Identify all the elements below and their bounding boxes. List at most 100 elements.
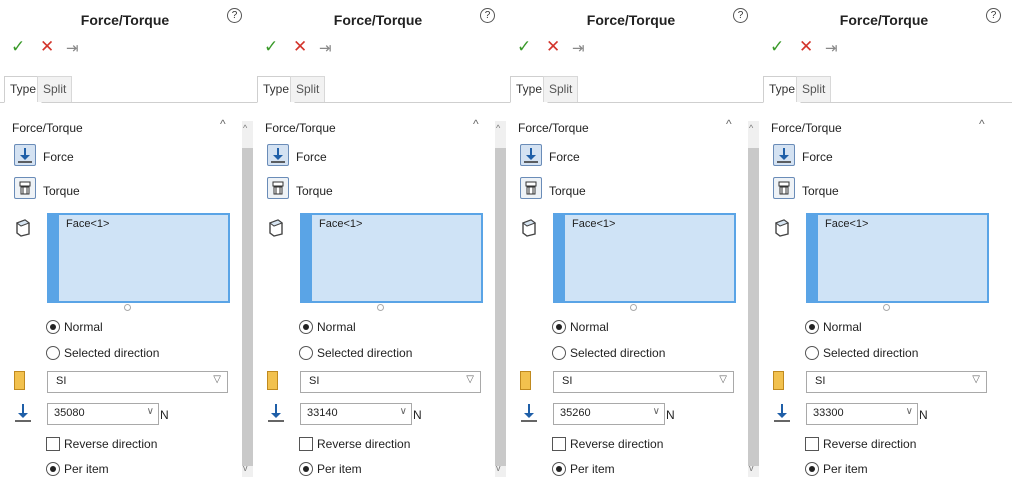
selected-face-item[interactable]: Face<1>	[319, 218, 362, 230]
scrollbar-thumb[interactable]	[748, 148, 759, 466]
reverse-direction-checkbox[interactable]	[552, 437, 566, 451]
force-value-input[interactable]: 35080 ∨	[47, 403, 159, 425]
collapse-chevron-up-icon[interactable]: ^	[220, 117, 226, 131]
scroll-up-icon[interactable]: ^	[496, 123, 500, 133]
face-selection-list[interactable]: Face<1>	[47, 213, 230, 303]
help-icon[interactable]: ?	[986, 8, 1001, 23]
normal-radio[interactable]	[805, 320, 819, 334]
force-magnitude-icon	[774, 404, 790, 422]
torque-option-button[interactable]	[267, 177, 289, 199]
per-item-radio[interactable]	[805, 462, 819, 476]
resize-handle[interactable]	[377, 304, 384, 311]
cancel-x-icon[interactable]: ✕	[799, 37, 813, 57]
panel-title: Force/Torque	[839, 12, 929, 28]
selection-focus-bar	[808, 215, 818, 301]
scrollbar-thumb[interactable]	[242, 148, 253, 466]
force-option-button[interactable]	[267, 144, 289, 166]
normal-radio[interactable]	[299, 320, 313, 334]
force-option-button[interactable]	[520, 144, 542, 166]
chevron-down-icon[interactable]: ∨	[653, 406, 660, 417]
force-magnitude-icon	[268, 404, 284, 422]
face-selection-list[interactable]: Face<1>	[553, 213, 736, 303]
resize-handle[interactable]	[124, 304, 131, 311]
unit-system-select[interactable]: SI ▽	[47, 371, 228, 393]
accept-check-icon[interactable]: ✓	[11, 37, 25, 57]
unit-system-select[interactable]: SI ▽	[300, 371, 481, 393]
pin-icon[interactable]: ⇥	[66, 39, 79, 57]
chevron-down-icon[interactable]: ∨	[147, 406, 154, 417]
selected-direction-radio[interactable]	[805, 346, 819, 360]
per-item-radio[interactable]	[552, 462, 566, 476]
panels-container: Force/Torque ? ✓ ✕ ⇥ Type Split Force/To…	[0, 0, 1012, 481]
cancel-x-icon[interactable]: ✕	[546, 37, 560, 57]
normal-radio[interactable]	[46, 320, 60, 334]
scroll-down-icon[interactable]: v	[496, 463, 501, 473]
torque-label: Torque	[802, 184, 839, 198]
selected-face-item[interactable]: Face<1>	[825, 218, 868, 230]
selected-face-item[interactable]: Face<1>	[572, 218, 615, 230]
per-item-radio[interactable]	[299, 462, 313, 476]
normal-label: Normal	[317, 320, 356, 334]
resize-handle[interactable]	[630, 304, 637, 311]
unit-system-value: SI	[815, 375, 826, 387]
pin-icon[interactable]: ⇥	[572, 39, 585, 57]
force-label: Force	[549, 150, 580, 164]
torque-label: Torque	[549, 184, 586, 198]
help-icon[interactable]: ?	[733, 8, 748, 23]
scroll-up-icon[interactable]: ^	[749, 123, 753, 133]
force-option-button[interactable]	[14, 144, 36, 166]
accept-check-icon[interactable]: ✓	[770, 37, 784, 57]
selected-face-item[interactable]: Face<1>	[66, 218, 109, 230]
resize-handle[interactable]	[883, 304, 890, 311]
force-value-input[interactable]: 35260 ∨	[553, 403, 665, 425]
force-value-input[interactable]: 33300 ∨	[806, 403, 918, 425]
scroll-down-icon[interactable]: v	[749, 463, 754, 473]
torque-option-button[interactable]	[773, 177, 795, 199]
group-title: Force/Torque	[771, 121, 842, 135]
scroll-up-icon[interactable]: ^	[243, 123, 247, 133]
scrollbar[interactable]: ^ v	[495, 121, 506, 477]
face-selection-icon	[268, 219, 284, 237]
normal-radio[interactable]	[552, 320, 566, 334]
unit-system-select[interactable]: SI ▽	[806, 371, 987, 393]
unit-system-icon	[267, 371, 278, 390]
cancel-x-icon[interactable]: ✕	[293, 37, 307, 57]
reverse-direction-checkbox[interactable]	[46, 437, 60, 451]
per-item-radio[interactable]	[46, 462, 60, 476]
face-selection-list[interactable]: Face<1>	[806, 213, 989, 303]
collapse-chevron-up-icon[interactable]: ^	[726, 117, 732, 131]
tab-split[interactable]: Split	[543, 76, 579, 102]
pin-icon[interactable]: ⇥	[825, 39, 838, 57]
accept-check-icon[interactable]: ✓	[264, 37, 278, 57]
torque-option-button[interactable]	[520, 177, 542, 199]
selected-direction-radio[interactable]	[299, 346, 313, 360]
reverse-direction-checkbox[interactable]	[299, 437, 313, 451]
collapse-chevron-up-icon[interactable]: ^	[979, 117, 985, 131]
selected-direction-radio[interactable]	[46, 346, 60, 360]
scrollbar-thumb[interactable]	[495, 148, 506, 466]
tab-split[interactable]: Split	[796, 76, 832, 102]
scroll-down-icon[interactable]: v	[243, 463, 248, 473]
help-icon[interactable]: ?	[480, 8, 495, 23]
pin-icon[interactable]: ⇥	[319, 39, 332, 57]
unit-system-icon	[520, 371, 531, 390]
reverse-direction-checkbox[interactable]	[805, 437, 819, 451]
torque-option-button[interactable]	[14, 177, 36, 199]
face-selection-list[interactable]: Face<1>	[300, 213, 483, 303]
tab-split[interactable]: Split	[37, 76, 73, 102]
unit-system-select[interactable]: SI ▽	[553, 371, 734, 393]
scrollbar[interactable]: ^ v	[748, 121, 759, 477]
selected-direction-radio[interactable]	[552, 346, 566, 360]
cancel-x-icon[interactable]: ✕	[40, 37, 54, 57]
chevron-down-icon[interactable]: ∨	[906, 406, 913, 417]
tab-bar: Type Split	[759, 76, 1012, 103]
force-unit-label: N	[160, 408, 169, 422]
force-option-button[interactable]	[773, 144, 795, 166]
accept-check-icon[interactable]: ✓	[517, 37, 531, 57]
force-value-input[interactable]: 33140 ∨	[300, 403, 412, 425]
tab-split[interactable]: Split	[290, 76, 326, 102]
help-icon[interactable]: ?	[227, 8, 242, 23]
chevron-down-icon[interactable]: ∨	[400, 406, 407, 417]
collapse-chevron-up-icon[interactable]: ^	[473, 117, 479, 131]
scrollbar[interactable]: ^ v	[242, 121, 253, 477]
